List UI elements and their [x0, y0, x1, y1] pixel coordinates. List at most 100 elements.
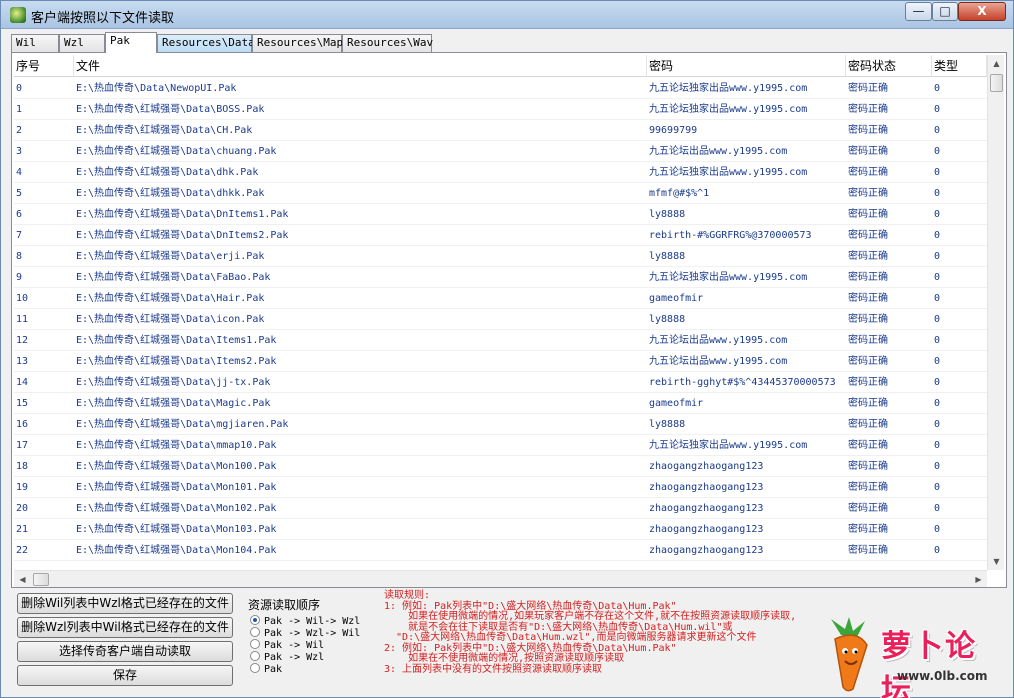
delete-wzl-duplicates-button[interactable]: 删除Wzl列表中Wil格式已经存在的文件	[17, 617, 233, 638]
cell-password-status: 密码正确	[848, 272, 888, 283]
pak-file-list[interactable]: 序号 文件 密码 密码状态 类型 0 E:\热血传奇\Data\NewopUI.P…	[14, 55, 987, 570]
cell-index: 17	[16, 440, 29, 451]
cell-password: 九五论坛独家出品www.y1995.com	[649, 272, 808, 283]
table-row[interactable]: 9 E:\热血传奇\红城强哥\Data\FaBao.Pak 九五论坛独家出品www.…	[14, 267, 987, 288]
vertical-scrollbar[interactable]: ▲ ▼	[987, 55, 1004, 570]
auto-read-client-button[interactable]: 选择传奇客户端自动读取	[17, 641, 233, 662]
table-row[interactable]: 17 E:\热血传奇\红城强哥\Data\mmap10.Pak 九五论坛独家出品ww…	[14, 435, 987, 456]
tab-resources-data[interactable]: Resources\Data	[157, 34, 255, 52]
table-row[interactable]: 14 E:\热血传奇\红城强哥\Data\jj-tx.Pak rebirth-ggh…	[14, 372, 987, 393]
table-row[interactable]: 1 E:\热血传奇\红城强哥\Data\BOSS.Pak 九五论坛独家出品www.y…	[14, 99, 987, 120]
column-header-file[interactable]: 文件	[74, 55, 647, 77]
table-row[interactable]: 16 E:\热血传奇\红城强哥\Data\mgjiaren.Pak ly8888 密码…	[14, 414, 987, 435]
minimize-button[interactable]: —	[905, 2, 932, 21]
cell-password: 九五论坛出品www.y1995.com	[649, 335, 788, 346]
carrot-icon	[831, 617, 868, 692]
cell-type: 0	[934, 461, 941, 472]
cell-password: 九五论坛独家出品www.y1995.com	[649, 104, 808, 115]
table-row[interactable]: 6 E:\热血传奇\红城强哥\Data\DnItems1.Pak ly8888 密码正…	[14, 204, 987, 225]
table-row[interactable]: 18 E:\热血传奇\红城强哥\Data\Mon100.Pak zhaogangzh…	[14, 456, 987, 477]
cell-file: E:\热血传奇\红城强哥\Data\Hair.Pak	[76, 293, 265, 304]
cell-file: E:\热血传奇\红城强哥\Data\icon.Pak	[76, 314, 265, 325]
cell-index: 6	[16, 209, 23, 220]
delete-wil-duplicates-button[interactable]: 删除Wil列表中Wzl格式已经存在的文件	[17, 593, 233, 614]
table-row[interactable]: 21 E:\热血传奇\红城强哥\Data\Mon103.Pak zhaogangzh…	[14, 519, 987, 540]
window-title: 客户端按照以下文件读取	[31, 11, 175, 26]
tab-resources-map[interactable]: Resources\Map	[252, 34, 343, 52]
read-rules-text: 读取规则: 1: 例如: Pak列表中"D:\盛大网络\热血传奇\Data\Hu…	[384, 590, 854, 691]
rule-line: "D:\盛大网络\热血传奇\Data\Hum.wzl",而是向微端服务器请求更新…	[384, 632, 757, 643]
cell-index: 4	[16, 167, 23, 178]
cell-index: 5	[16, 188, 23, 199]
cell-password: ly8888	[649, 419, 686, 430]
table-row[interactable]: 11 E:\热血传奇\红城强哥\Data\icon.Pak ly8888 密码正确 0	[14, 309, 987, 330]
radio-icon[interactable]	[250, 663, 260, 673]
radio-icon[interactable]	[250, 627, 260, 637]
table-row[interactable]: 2 E:\热血传奇\红城强哥\Data\CH.Pak 99699799 密码正确 0	[14, 120, 987, 141]
cell-file: E:\热血传奇\红城强哥\Data\Mon101.Pak	[76, 482, 277, 493]
tab-pak[interactable]: Pak	[105, 32, 157, 53]
cell-file: E:\热血传奇\红城强哥\Data\DnItems1.Pak	[76, 209, 289, 220]
cell-password: 九五论坛出品www.y1995.com	[649, 356, 788, 367]
cell-file: E:\热血传奇\红城强哥\Data\Mon100.Pak	[76, 461, 277, 472]
table-row[interactable]: 20 E:\热血传奇\红城强哥\Data\Mon102.Pak zhaogangzh…	[14, 498, 987, 519]
table-row[interactable]: 3 E:\热血传奇\红城强哥\Data\chuang.Pak 九五论坛出品www.y…	[14, 141, 987, 162]
scroll-right-icon[interactable]: ▶	[970, 571, 987, 588]
cell-index: 0	[16, 83, 23, 94]
horizontal-scrollbar[interactable]: ◀ ▶	[14, 570, 987, 587]
save-button[interactable]: 保存	[17, 665, 233, 686]
table-row[interactable]: 5 E:\热血传奇\红城强哥\Data\dhkk.Pak mfmf@#$%^1 密码正…	[14, 183, 987, 204]
cell-index: 19	[16, 482, 29, 493]
scroll-left-icon[interactable]: ◀	[14, 571, 31, 588]
table-row[interactable]: 0 E:\热血传奇\Data\NewopUI.Pak 九五论坛独家出品www.y19…	[14, 78, 987, 99]
table-row[interactable]: 19 E:\热血传奇\红城强哥\Data\Mon101.Pak zhaogangzh…	[14, 477, 987, 498]
table-row[interactable]: 13 E:\热血传奇\红城强哥\Data\Items2.Pak 九五论坛出品www.…	[14, 351, 987, 372]
radio-selected-icon[interactable]	[250, 615, 260, 625]
table-row[interactable]: 12 E:\热血传奇\红城强哥\Data\Items1.Pak 九五论坛出品www.…	[14, 330, 987, 351]
cell-file: E:\热血传奇\红城强哥\Data\DnItems2.Pak	[76, 230, 289, 241]
cell-password-status: 密码正确	[848, 398, 888, 409]
maximize-button[interactable]: □	[932, 2, 958, 21]
tab-resources-wav[interactable]: Resources\Wav	[342, 34, 433, 52]
cell-password: 九五论坛出品www.y1995.com	[649, 146, 788, 157]
read-order-option[interactable]: Pak	[250, 663, 282, 675]
tab-wil[interactable]: Wil	[11, 34, 59, 52]
table-row[interactable]: 7 E:\热血传奇\红城强哥\Data\DnItems2.Pak rebirth-#…	[14, 225, 987, 246]
column-header-password[interactable]: 密码	[647, 55, 846, 77]
read-order-option[interactable]: Pak -> Wil-> Wzl	[250, 615, 360, 627]
cell-type: 0	[934, 545, 941, 556]
title-bar[interactable]: 客户端按照以下文件读取 — □ X	[1, 1, 1013, 29]
cell-type: 0	[934, 419, 941, 430]
cell-password-status: 密码正确	[848, 167, 888, 178]
table-row[interactable]: 10 E:\热血传奇\红城强哥\Data\Hair.Pak gameofmir 密码正…	[14, 288, 987, 309]
radio-icon[interactable]	[250, 651, 260, 661]
cell-file: E:\热血传奇\红城强哥\Data\Mon102.Pak	[76, 503, 277, 514]
cell-password-status: 密码正确	[848, 251, 888, 262]
read-order-option[interactable]: Pak -> Wil	[250, 639, 324, 651]
radio-icon[interactable]	[250, 639, 260, 649]
close-button[interactable]: X	[958, 2, 1006, 21]
cell-password-status: 密码正确	[848, 524, 888, 535]
cell-password: 九五论坛独家出品www.y1995.com	[649, 440, 808, 451]
cell-file: E:\热血传奇\红城强哥\Data\erji.Pak	[76, 251, 265, 262]
cell-type: 0	[934, 293, 941, 304]
table-row[interactable]: 22 E:\热血传奇\红城强哥\Data\Mon104.Pak zhaogangzh…	[14, 540, 987, 561]
cell-file: E:\热血传奇\红城强哥\Data\Items2.Pak	[76, 356, 277, 367]
scroll-down-icon[interactable]: ▼	[988, 553, 1005, 570]
column-header-password-status[interactable]: 密码状态	[846, 55, 932, 77]
cell-password: zhaogangzhaogang123	[649, 545, 764, 556]
tab-wzl[interactable]: Wzl	[59, 34, 105, 52]
cell-index: 3	[16, 146, 23, 157]
rule-line: 3: 上面列表中没有的文件按照资源读取顺序读取	[384, 663, 603, 675]
cell-index: 7	[16, 230, 23, 241]
vertical-scroll-thumb[interactable]	[990, 74, 1003, 92]
table-row[interactable]: 4 E:\热血传奇\红城强哥\Data\dhk.Pak 九五论坛独家出品www.y1…	[14, 162, 987, 183]
read-order-option[interactable]: Pak -> Wzl	[250, 651, 324, 663]
table-row[interactable]: 8 E:\热血传奇\红城强哥\Data\erji.Pak ly8888 密码正确 0	[14, 246, 987, 267]
column-header-type[interactable]: 类型	[932, 55, 987, 77]
read-order-option[interactable]: Pak -> Wzl-> Wil	[250, 627, 360, 639]
scroll-up-icon[interactable]: ▲	[988, 55, 1005, 72]
table-row[interactable]: 15 E:\热血传奇\红城强哥\Data\Magic.Pak gameofmir 密码…	[14, 393, 987, 414]
column-header-index[interactable]: 序号	[14, 55, 74, 77]
horizontal-scroll-thumb[interactable]	[33, 573, 49, 586]
